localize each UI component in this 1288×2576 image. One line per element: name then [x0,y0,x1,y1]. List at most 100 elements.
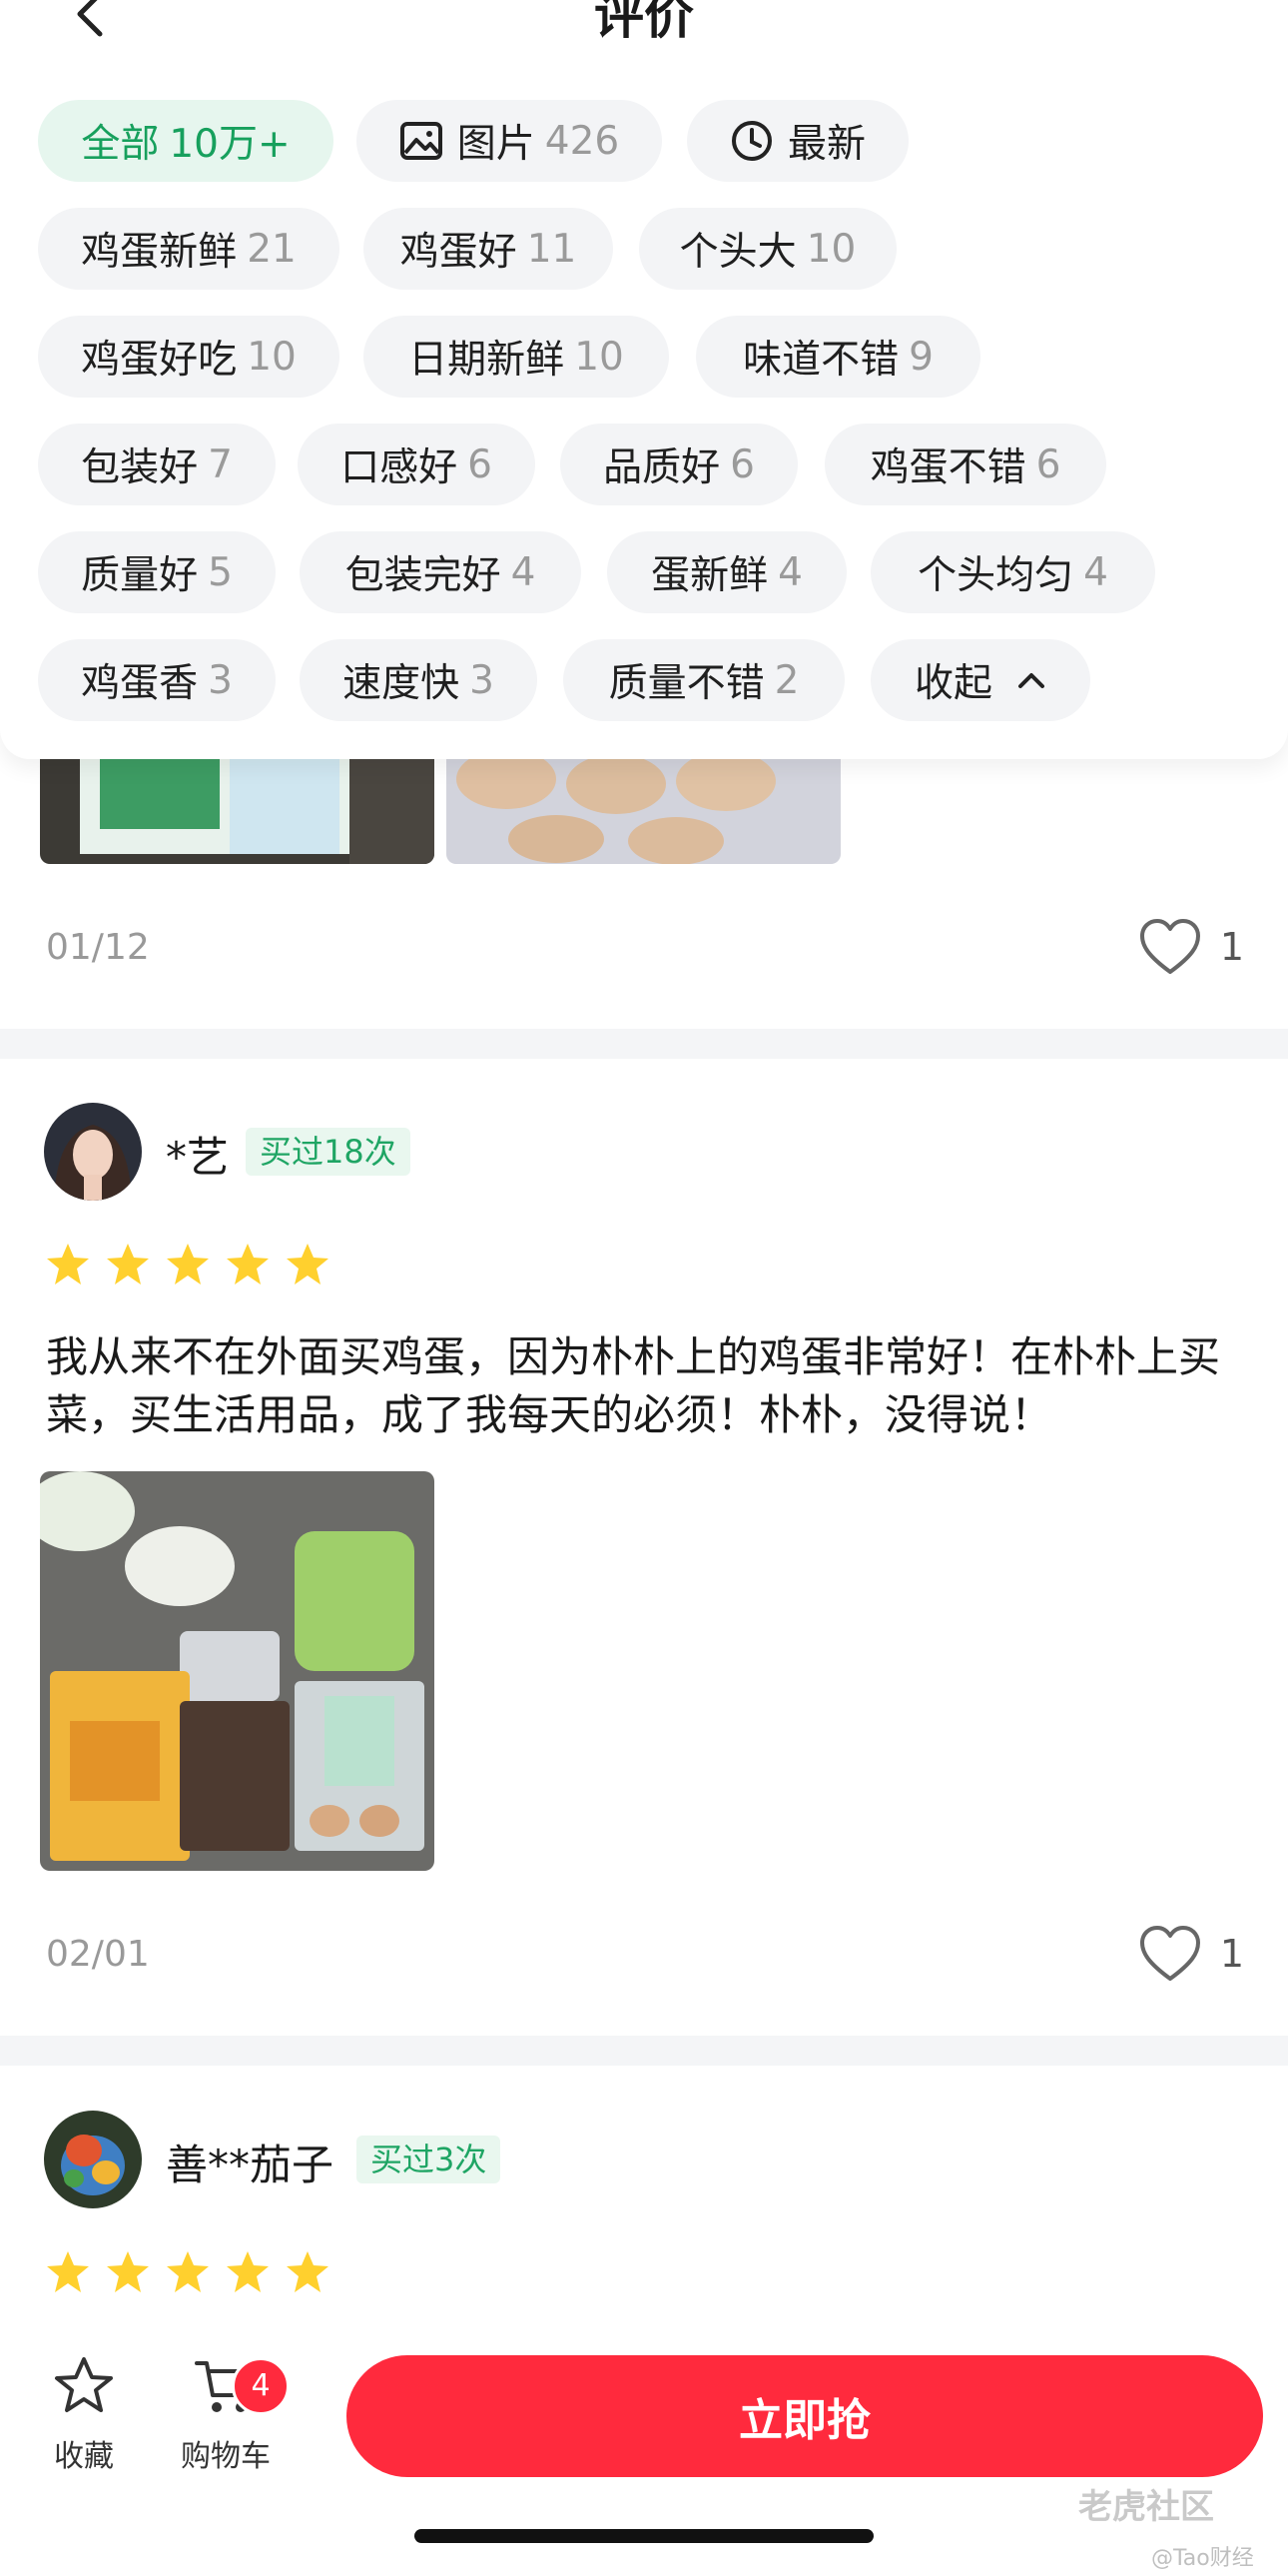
tag-count: 10 [806,226,857,272]
like-button[interactable]: 1 [1138,1925,1244,1983]
tag-chip[interactable]: 鸡蛋不错 6 [825,424,1106,505]
tag-chip[interactable]: 蛋新鲜 4 [607,531,847,613]
tag-chip[interactable]: 质量好 5 [38,531,276,613]
tag-chip[interactable]: 鸡蛋好吃 10 [38,316,339,398]
star-icon [107,2251,149,2292]
like-count: 1 [1219,925,1244,969]
favorite-button[interactable]: 收藏 [29,2355,139,2475]
filter-panel: 全部 10万+ 图片 426 最新 鸡蛋新鲜 21 鸡蛋好 11 个头大 10 鸡蛋好… [0,75,1288,759]
favorite-label: 收藏 [54,2439,114,2474]
tag-chip[interactable]: 包装完好 4 [300,531,581,613]
review-photo[interactable] [40,759,434,864]
like-count: 1 [1219,1932,1244,1976]
page-title: 评价 [594,0,694,45]
review-meta-row: 02/01 1 [46,1924,1244,1984]
tag-chip[interactable]: 质量不错 2 [563,639,845,721]
tag-label: 包装好 [81,445,199,490]
filter-all-label: 全部 [81,122,160,167]
filter-images-chip[interactable]: 图片 426 [356,100,662,182]
star-icon [287,2251,328,2292]
like-button[interactable]: 1 [1138,918,1244,976]
tag-label: 鸡蛋香 [81,661,199,706]
filter-images-label: 图片 [456,122,535,167]
tag-label: 鸡蛋好 [399,230,517,275]
tag-chip[interactable]: 日期新鲜 10 [363,316,669,398]
tag-label: 质量不错 [608,661,765,706]
tag-label: 鸡蛋新鲜 [81,230,238,275]
buy-now-button[interactable]: 立即抢 [346,2355,1263,2477]
tag-count: 6 [467,441,492,487]
star-icon [167,1244,209,1285]
review-photo[interactable] [40,1471,434,1871]
filter-images-count: 426 [544,118,620,164]
tag-label: 蛋新鲜 [651,553,769,598]
cart-label: 购物车 [181,2439,271,2474]
tag-chip[interactable]: 品质好 6 [560,424,798,505]
tag-count: 3 [208,657,233,703]
star-icon [227,2251,269,2292]
chevron-up-icon [1018,673,1044,688]
star-icon [47,2251,89,2292]
section-divider [0,1029,1288,1059]
watermark-logo: 老虎社区 [1078,2487,1214,2527]
avatar[interactable] [44,1103,142,1201]
tag-count: 4 [1083,549,1108,595]
tag-count: 4 [510,549,536,595]
tag-count: 9 [909,334,934,380]
tag-label: 日期新鲜 [408,338,565,383]
review-text: 我从来不在外面买鸡蛋，因为朴朴上的鸡蛋非常好！在朴朴上买菜，买生活用品，成了我每… [46,1332,1221,1439]
section-divider [0,2036,1288,2066]
reviewer-name: 善**茄子 [166,2141,334,2189]
tag-count: 7 [208,441,233,487]
tag-chip[interactable]: 速度快 3 [300,639,537,721]
image-icon [399,122,442,160]
tag-label: 速度快 [342,661,460,706]
tag-label: 质量好 [81,553,199,598]
tag-chip[interactable]: 鸡蛋好 11 [363,208,613,290]
filter-latest-chip[interactable]: 最新 [687,100,909,182]
tag-chip[interactable]: 包装好 7 [38,424,276,505]
filter-all-count: 10万+ [169,122,291,167]
star-rating [44,2248,343,2296]
collapse-filters-button[interactable]: 收起 [871,639,1090,721]
tag-chip[interactable]: 鸡蛋新鲜 21 [38,208,339,290]
home-indicator [414,2529,874,2543]
tag-count: 4 [778,549,803,595]
star-icon [167,2251,209,2292]
tag-count: 2 [774,657,800,703]
tag-chip[interactable]: 个头大 10 [639,208,897,290]
tag-chip[interactable]: 味道不错 9 [696,316,980,398]
tag-label: 个头大 [679,230,797,275]
star-rating [44,1241,343,1288]
tag-label: 鸡蛋好吃 [81,338,238,383]
tag-chip[interactable]: 鸡蛋香 3 [38,639,276,721]
tag-count: 6 [730,441,755,487]
star-icon [47,1244,89,1285]
heart-icon [1139,919,1200,974]
reviewer-name: *艺 [166,1133,230,1182]
tag-count: 21 [247,226,297,272]
page-header: 评价 [0,0,1288,90]
filter-all-chip[interactable]: 全部 10万+ [38,100,333,182]
review-date: 01/12 [46,926,150,968]
star-icon [287,1244,328,1285]
purchase-count-badge: 买过18次 [246,1128,410,1176]
clock-icon [731,121,772,161]
avatar[interactable] [44,2111,142,2208]
tag-chip[interactable]: 口感好 6 [298,424,535,505]
star-icon [107,1244,149,1285]
tag-label: 个头均匀 [918,553,1074,598]
tag-count: 5 [208,549,233,595]
star-icon [227,1244,269,1285]
tag-count: 10 [247,334,297,380]
tag-count: 3 [469,657,494,703]
tag-label: 包装完好 [344,553,501,598]
star-outline-icon [55,2357,113,2412]
tag-label: 口感好 [340,445,458,490]
tag-label: 味道不错 [743,338,900,383]
tag-label: 品质好 [603,445,721,490]
tag-chip[interactable]: 个头均匀 4 [871,531,1155,613]
review-photo[interactable] [446,759,841,864]
tag-count: 10 [574,334,624,380]
tag-count: 6 [1035,441,1061,487]
